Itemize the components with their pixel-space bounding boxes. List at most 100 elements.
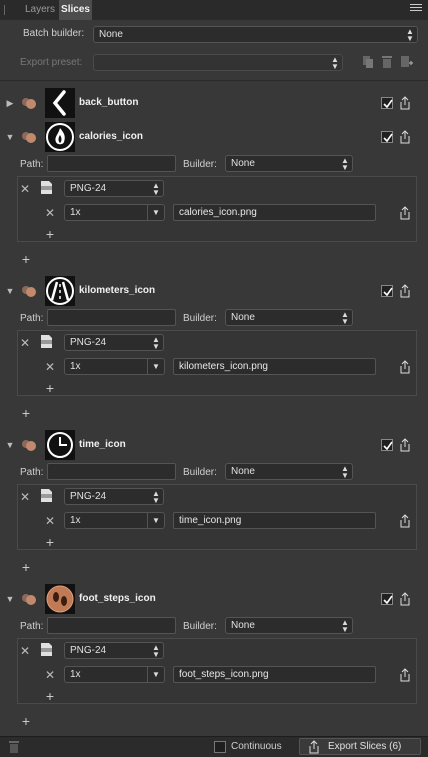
hand-icon[interactable] xyxy=(21,130,37,144)
hand-icon[interactable] xyxy=(21,96,37,110)
builder-label: Builder: xyxy=(183,159,217,170)
panel-menu-icon[interactable] xyxy=(410,4,422,16)
footprints-icon xyxy=(46,585,74,613)
scale-value: 1x xyxy=(70,669,81,680)
path-input[interactable] xyxy=(47,155,176,172)
collapse-triangle-icon[interactable]: ▼ xyxy=(5,440,15,450)
batch-builder-value: None xyxy=(99,29,123,40)
scale-select[interactable]: 1x ▼ xyxy=(64,666,165,683)
add-preset-icon[interactable] xyxy=(400,55,414,69)
filename-input[interactable]: kilometers_icon.png xyxy=(173,358,376,375)
slice-row-foot-steps-icon: ▼ foot_steps_icon Path: Builder: None ▲ ▼… xyxy=(0,582,428,736)
export-share-icon[interactable] xyxy=(399,668,411,682)
builder-select[interactable]: None ▲ ▼ xyxy=(225,155,353,172)
file-format-select[interactable]: PNG-24 ▲ ▼ xyxy=(64,334,164,351)
add-format-icon[interactable]: + xyxy=(20,714,32,728)
builder-select[interactable]: None ▲ ▼ xyxy=(225,617,353,634)
filename-input[interactable]: foot_steps_icon.png xyxy=(173,666,376,683)
export-share-icon[interactable] xyxy=(399,514,411,528)
export-slices-button[interactable]: Export Slices (6) xyxy=(299,738,421,755)
builder-value: None xyxy=(231,312,255,323)
builder-select[interactable]: None ▲ ▼ xyxy=(225,309,353,326)
delete-preset-icon[interactable] xyxy=(381,55,393,69)
updown-icon: ▲ ▼ xyxy=(341,464,349,480)
add-scale-icon[interactable]: + xyxy=(44,689,56,703)
slice-row-back-button: ▶ back_button xyxy=(0,86,428,121)
file-format-select[interactable]: PNG-24 ▲ ▼ xyxy=(64,180,164,197)
add-format-icon[interactable]: + xyxy=(20,406,32,420)
path-label: Path: xyxy=(20,621,44,632)
export-preset-select[interactable]: ▲ ▼ xyxy=(93,54,343,71)
export-share-icon xyxy=(309,740,319,754)
updown-icon: ▲ ▼ xyxy=(406,27,414,43)
dropdown-arrow-icon: ▼ xyxy=(147,205,164,220)
updown-icon: ▲ ▼ xyxy=(152,643,160,659)
png-file-icon xyxy=(41,335,52,348)
expand-triangle-icon[interactable]: ▶ xyxy=(5,98,15,108)
png-file-icon xyxy=(41,489,52,502)
remove-format-icon[interactable]: ✕ xyxy=(20,491,30,503)
remove-format-icon[interactable]: ✕ xyxy=(20,337,30,349)
slice-thumbnail xyxy=(45,88,75,118)
file-format-select[interactable]: PNG-24 ▲ ▼ xyxy=(64,642,164,659)
tab-layers[interactable]: Layers xyxy=(22,0,58,20)
export-share-icon[interactable] xyxy=(399,592,411,606)
file-format-select[interactable]: PNG-24 ▲ ▼ xyxy=(64,488,164,505)
export-format-group: ✕ PNG-24 ▲ ▼ ✕ 1x ▼ foot_steps_icon.png + xyxy=(17,638,417,704)
slice-name: back_button xyxy=(79,97,139,108)
add-format-icon[interactable]: + xyxy=(20,252,32,266)
export-checkbox[interactable] xyxy=(381,285,393,297)
export-share-icon[interactable] xyxy=(399,284,411,298)
hand-icon[interactable] xyxy=(21,284,37,298)
remove-scale-icon[interactable]: ✕ xyxy=(45,669,55,681)
path-input[interactable] xyxy=(47,309,176,326)
remove-scale-icon[interactable]: ✕ xyxy=(45,361,55,373)
scale-select[interactable]: 1x ▼ xyxy=(64,358,165,375)
path-input[interactable] xyxy=(47,463,176,480)
updown-icon: ▲ ▼ xyxy=(152,489,160,505)
collapse-triangle-icon[interactable]: ▼ xyxy=(5,594,15,604)
batch-builder-select[interactable]: None ▲ ▼ xyxy=(93,26,418,43)
export-share-icon[interactable] xyxy=(399,438,411,452)
export-share-icon[interactable] xyxy=(399,360,411,374)
remove-format-icon[interactable]: ✕ xyxy=(20,183,30,195)
path-label: Path: xyxy=(20,467,44,478)
filename-input[interactable]: time_icon.png xyxy=(173,512,376,529)
export-share-icon[interactable] xyxy=(399,130,411,144)
hand-icon[interactable] xyxy=(21,438,37,452)
builder-label: Builder: xyxy=(183,621,217,632)
tab-slices[interactable]: Slices xyxy=(59,0,92,20)
hand-icon[interactable] xyxy=(21,592,37,606)
panel-grip[interactable] xyxy=(4,5,7,15)
remove-format-icon[interactable]: ✕ xyxy=(20,645,30,657)
copy-preset-icon[interactable] xyxy=(362,55,374,69)
collapse-triangle-icon[interactable]: ▼ xyxy=(5,286,15,296)
export-checkbox[interactable] xyxy=(381,439,393,451)
add-format-icon[interactable]: + xyxy=(20,560,32,574)
collapse-triangle-icon[interactable]: ▼ xyxy=(5,132,15,142)
updown-icon: ▲ ▼ xyxy=(331,55,339,71)
export-checkbox[interactable] xyxy=(381,593,393,605)
add-scale-icon[interactable]: + xyxy=(44,535,56,549)
trash-icon[interactable] xyxy=(9,740,19,753)
add-scale-icon[interactable]: + xyxy=(44,227,56,241)
path-input[interactable] xyxy=(47,617,176,634)
remove-scale-icon[interactable]: ✕ xyxy=(45,207,55,219)
export-share-icon[interactable] xyxy=(399,206,411,220)
builder-value: None xyxy=(231,158,255,169)
updown-icon: ▲ ▼ xyxy=(341,310,349,326)
export-share-icon[interactable] xyxy=(399,96,411,110)
export-checkbox[interactable] xyxy=(381,131,393,143)
slice-name: kilometers_icon xyxy=(79,285,156,296)
export-checkbox[interactable] xyxy=(381,97,393,109)
remove-scale-icon[interactable]: ✕ xyxy=(45,515,55,527)
scale-select[interactable]: 1x ▼ xyxy=(64,204,165,221)
scale-value: 1x xyxy=(70,515,81,526)
builder-select[interactable]: None ▲ ▼ xyxy=(225,463,353,480)
filename-input[interactable]: calories_icon.png xyxy=(173,204,376,221)
scale-select[interactable]: 1x ▼ xyxy=(64,512,165,529)
add-scale-icon[interactable]: + xyxy=(44,381,56,395)
continuous-checkbox[interactable] xyxy=(214,741,226,753)
png-file-icon xyxy=(41,643,52,656)
check-icon xyxy=(383,441,393,451)
